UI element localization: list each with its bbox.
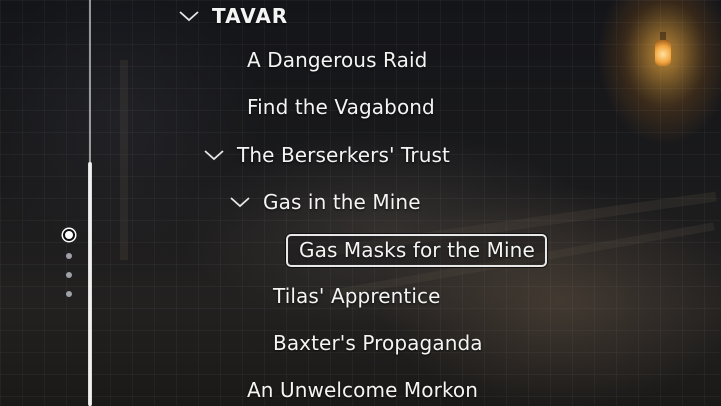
quest-log-screen: TAVAR A Dangerous Raid Find the Vagabond… [0, 0, 721, 406]
quest-tree: TAVAR A Dangerous Raid Find the Vagabond… [0, 0, 721, 406]
chevron-down-icon [229, 195, 251, 209]
quest-group-gas-in-the-mine[interactable]: Gas in the Mine [229, 186, 421, 218]
quest-label: An Unwelcome Morkon [247, 378, 479, 402]
quest-label: A Dangerous Raid [247, 48, 428, 72]
region-header-tavar[interactable]: TAVAR [178, 0, 288, 32]
quest-label: The Berserkers' Trust [237, 143, 450, 167]
chevron-down-icon [178, 9, 200, 23]
chevron-down-icon [203, 148, 225, 162]
quest-label-selected: Gas Masks for the Mine [286, 233, 547, 267]
quest-label: Gas in the Mine [263, 190, 421, 214]
quest-label: Baxter's Propaganda [273, 331, 483, 355]
region-label: TAVAR [212, 4, 289, 28]
quest-group-the-berserkers-trust[interactable]: The Berserkers' Trust [203, 139, 450, 171]
quest-item-gas-masks-for-the-mine[interactable]: Gas Masks for the Mine [286, 232, 547, 268]
quest-label: Tilas' Apprentice [273, 284, 441, 308]
quest-item-a-dangerous-raid[interactable]: A Dangerous Raid [247, 44, 427, 76]
quest-label: Find the Vagabond [247, 95, 435, 119]
quest-item-baxters-propaganda[interactable]: Baxter's Propaganda [273, 327, 483, 359]
quest-item-tilas-apprentice[interactable]: Tilas' Apprentice [273, 280, 440, 312]
quest-item-find-the-vagabond[interactable]: Find the Vagabond [247, 91, 435, 123]
quest-item-an-unwelcome-morkon[interactable]: An Unwelcome Morkon [247, 374, 478, 406]
